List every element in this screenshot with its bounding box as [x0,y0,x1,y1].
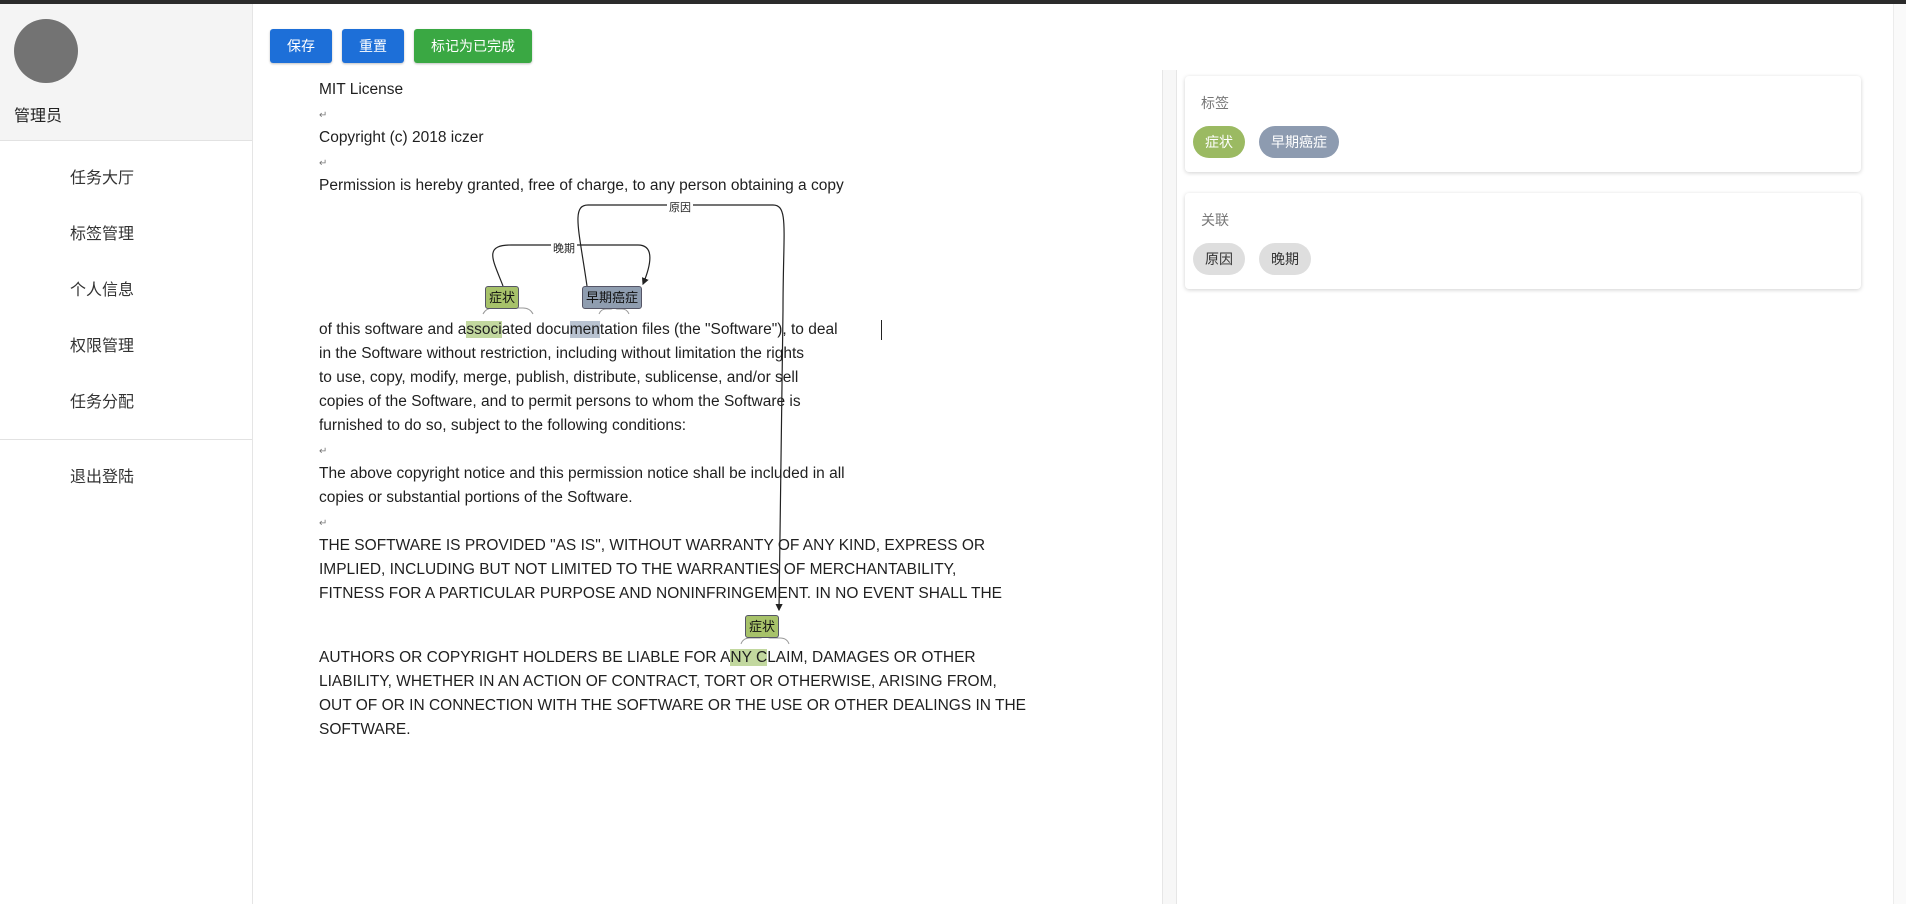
doc-line-annotated[interactable]: of this software and associated document… [319,318,838,342]
doc-line[interactable]: copies or substantial portions of the So… [319,486,633,510]
text-caret [881,320,882,340]
label-chips: 症状 早期癌症 [1185,126,1861,158]
doc-line[interactable]: to use, copy, modify, merge, publish, di… [319,366,798,390]
nav-divider [0,439,252,440]
labels-panel: 标签 症状 早期癌症 [1185,76,1861,172]
doc-line[interactable]: LIABILITY, WHETHER IN AN ACTION OF CONTR… [319,670,997,694]
relations-panel-title: 关联 [1201,212,1229,228]
text-segment: ated docu [501,321,570,338]
reset-button[interactable]: 重置 [342,29,404,63]
editor-splitter[interactable] [1162,70,1177,904]
doc-line[interactable]: copies of the Software, and to permit pe… [319,390,801,414]
doc-line[interactable]: in the Software without restriction, inc… [319,342,804,366]
doc-line-annotated[interactable]: AUTHORS OR COPYRIGHT HOLDERS BE LIABLE F… [319,646,976,670]
relations-panel: 关联 原因 晚期 [1185,193,1861,289]
user-profile: 管理员 [0,4,252,141]
relation-chips: 原因 晚期 [1185,243,1861,275]
sidebar: 管理员 任务大厅 标签管理 个人信息 权限管理 任务分配 退出登陆 [0,4,253,904]
nav-item-logout[interactable]: 退出登陆 [0,458,252,514]
annotation-label-symptom[interactable]: 症状 [485,286,520,309]
text-segment: of this software and a [319,321,467,338]
labels-panel-title: 标签 [1201,95,1229,111]
relation-label-late-stage[interactable]: 晚期 [551,243,577,255]
line-break-mark: ↵ [319,446,328,457]
label-chip-early-cancer[interactable]: 早期癌症 [1259,126,1339,158]
relation-chip-cause[interactable]: 原因 [1193,243,1245,275]
nav-item-task-assignment[interactable]: 任务分配 [0,383,252,439]
page-scrollbar[interactable] [1893,4,1906,904]
nav-item-label-management[interactable]: 标签管理 [0,215,252,271]
highlight-symptom[interactable]: NY C [730,649,768,666]
nav-item-task-hall[interactable]: 任务大厅 [0,159,252,215]
nav-item-permission-management[interactable]: 权限管理 [0,327,252,383]
username: 管理员 [14,108,63,125]
relation-chip-late-stage[interactable]: 晚期 [1259,243,1311,275]
save-button[interactable]: 保存 [270,29,332,63]
nav-item-profile[interactable]: 个人信息 [0,271,252,327]
doc-line[interactable]: furnished to do so, subject to the follo… [319,414,686,438]
text-segment: AUTHORS OR COPYRIGHT HOLDERS BE LIABLE F… [319,649,731,666]
doc-line[interactable]: The above copyright notice and this perm… [319,462,845,486]
window-top-bar [0,0,1906,4]
text-segment: LAIM, DAMAGES OR OTHER [767,649,976,666]
doc-line[interactable]: SOFTWARE. [319,718,411,742]
nav-menu: 任务大厅 标签管理 个人信息 权限管理 任务分配 退出登陆 [0,141,252,514]
annotation-label-symptom[interactable]: 症状 [745,615,780,638]
text-segment: tation files (the "Software"), to deal [599,321,838,338]
relation-label-cause[interactable]: 原因 [667,202,693,214]
avatar[interactable] [14,19,78,83]
doc-line[interactable]: FITNESS FOR A PARTICULAR PURPOSE AND NON… [319,582,1002,606]
annotation-label-early-cancer[interactable]: 早期癌症 [582,286,643,309]
doc-line[interactable]: THE SOFTWARE IS PROVIDED "AS IS", WITHOU… [319,534,985,558]
toolbar: 保存 重置 标记为已完成 [270,29,532,63]
label-chip-symptom[interactable]: 症状 [1193,126,1245,158]
highlight-symptom[interactable]: ssoci [466,321,502,338]
doc-line[interactable]: OUT OF OR IN CONNECTION WITH THE SOFTWAR… [319,694,1026,718]
doc-line[interactable]: IMPLIED, INCLUDING BUT NOT LIMITED TO TH… [319,558,956,582]
mark-complete-button[interactable]: 标记为已完成 [414,29,532,63]
annotation-editor[interactable]: MIT License ↵ Copyright (c) 2018 iczer ↵… [253,70,1163,904]
highlight-early-cancer[interactable]: men [569,321,600,338]
line-break-mark: ↵ [319,518,328,529]
